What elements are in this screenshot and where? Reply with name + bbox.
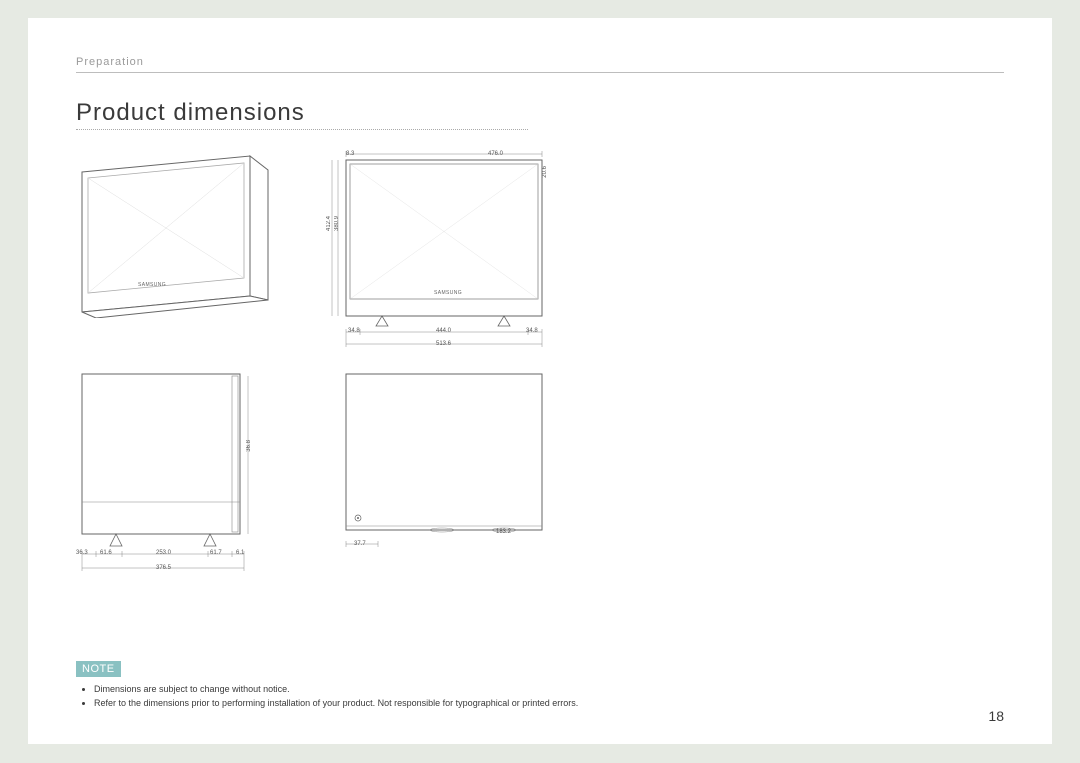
dim-front-total: 513.6 — [436, 341, 451, 347]
dim-front-top-small: 8.3 — [346, 151, 354, 157]
dim-top-b2: 183.2 — [496, 529, 511, 535]
dim-top-b1: 37.7 — [354, 541, 366, 547]
dim-front-left-v1: 412.4 — [326, 216, 332, 231]
note-area: NOTE Dimensions are subject to change wi… — [76, 659, 596, 710]
brand-text-front: SAMSUNG — [434, 290, 462, 296]
note-item: Refer to the dimensions prior to perform… — [94, 697, 596, 711]
note-list: Dimensions are subject to change without… — [76, 683, 596, 710]
note-badge: NOTE — [76, 661, 121, 677]
title-wrap: Product dimensions — [76, 99, 528, 130]
dim-front-right-v: 20.6 — [542, 166, 548, 178]
header-rule — [76, 72, 1004, 73]
dim-side-b1: 36.3 — [76, 550, 88, 556]
dim-front-bot-center: 444.0 — [436, 328, 451, 334]
brand-text: SAMSUNG — [138, 282, 166, 288]
dim-front-top: 476.0 — [488, 151, 503, 157]
page-number: 18 — [988, 708, 1004, 724]
diagram-side: 36.8 36.3 61.6 253.0 61.7 6.1 376.5 — [76, 368, 306, 588]
dim-side-b4: 61.7 — [210, 550, 222, 556]
dim-side-b2: 61.6 — [100, 550, 112, 556]
diagram-front: SAMSUNG 476.0 8.3 20.6 412.4 380.9 — [324, 148, 554, 358]
dim-side-b3: 253.0 — [156, 550, 171, 556]
diagrams-grid: SAMSUNG SAMSUNG — [76, 148, 1004, 588]
note-item: Dimensions are subject to change without… — [94, 683, 596, 697]
dim-front-bot-left: 34.8 — [348, 328, 360, 334]
section-label: Preparation — [76, 56, 1004, 72]
diagram-perspective: SAMSUNG — [76, 148, 306, 358]
dim-side-total: 376.5 — [156, 565, 171, 571]
dim-front-left-v2: 380.9 — [334, 216, 340, 231]
dim-front-bot-right: 34.8 — [526, 328, 538, 334]
dim-side-v: 36.8 — [246, 440, 252, 452]
dim-side-b5: 6.1 — [236, 550, 244, 556]
page-title: Product dimensions — [76, 99, 528, 129]
manual-page: Preparation Product dimensions SAMSUNG — [28, 18, 1052, 744]
diagram-top: 37.7 183.2 — [324, 368, 554, 588]
